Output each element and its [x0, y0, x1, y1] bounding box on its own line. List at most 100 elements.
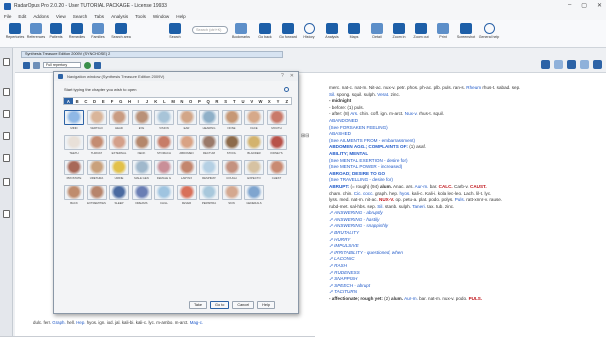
screenshot-button[interactable]: Screenshot: [455, 22, 477, 46]
bookmarks-button[interactable]: Bookmarks: [230, 22, 252, 46]
letter-d[interactable]: D: [90, 98, 99, 104]
chapter-tile[interactable]: FACE: [244, 110, 264, 132]
remedies-button[interactable]: Remedies: [66, 22, 88, 46]
letter-f[interactable]: F: [108, 98, 117, 104]
repertory-fragment[interactable]: Nux-v.: [405, 111, 418, 116]
chapter-tile[interactable]: MOUTH: [266, 110, 287, 132]
detail-button[interactable]: Detail: [366, 22, 388, 46]
letter-j[interactable]: J: [143, 98, 152, 104]
side-document-icon[interactable]: [3, 178, 10, 186]
letter-m[interactable]: M: [169, 98, 178, 104]
chapter-tile[interactable]: EXTERNAL: [109, 135, 129, 157]
repertory-fragment[interactable]: Taneri.: [412, 204, 426, 209]
analysis-button[interactable]: Analysis: [321, 22, 343, 46]
chapter-tile[interactable]: MALE GEN: [131, 160, 152, 182]
chapter-tile[interactable]: GENERALS: [244, 185, 264, 207]
repertory-fragment[interactable]: ABROAD; DESIRE TO GO: [329, 171, 385, 176]
chapter-tile[interactable]: EAR: [176, 110, 197, 132]
patients-button[interactable]: Patients: [45, 22, 67, 46]
repertory-fragment[interactable]: ➚ SNAPPISH: [329, 276, 357, 281]
chapter-tile[interactable]: PROSTATE: [64, 160, 84, 182]
repertory-fragment[interactable]: (See TRAVELLING - desire for): [329, 177, 393, 182]
chapter-tile[interactable]: LARYNX: [176, 160, 197, 182]
chapter-tile[interactable]: THROAT: [86, 135, 107, 157]
document-tab[interactable]: Synthesis Treasure Edition 2009V (SYNCHO…: [21, 51, 283, 58]
letter-q[interactable]: Q: [204, 98, 213, 104]
chapter-tile[interactable]: BLADDER: [244, 135, 264, 157]
repertory-fragment[interactable]: hyos.: [399, 191, 410, 196]
repertory-fragment[interactable]: ➚ IRRITABILITY - questioned, when: [329, 250, 403, 255]
take-button[interactable]: Take: [189, 301, 208, 309]
chapter-tile[interactable]: VERTIGO: [86, 110, 107, 132]
side-document-icon[interactable]: [3, 132, 10, 140]
chapter-tile[interactable]: KIDNEYS: [266, 135, 287, 157]
letter-z[interactable]: Z: [282, 98, 291, 104]
cancel-button[interactable]: Cancel: [232, 301, 255, 309]
chapter-tile[interactable]: STOMACH: [154, 135, 174, 157]
letter-n[interactable]: N: [178, 98, 187, 104]
chapter-tile[interactable]: NOSE: [221, 110, 242, 132]
repertory-fragment[interactable]: ➚ SPEECH - abrupt: [329, 283, 370, 288]
chapter-tile[interactable]: EXPECTO: [244, 160, 264, 182]
chapter-tile[interactable]: EXTREMITIES: [86, 185, 107, 207]
zoom-out-button[interactable]: Zoom out: [410, 22, 432, 46]
side-document-icon[interactable]: [3, 210, 10, 218]
repertory-fragment[interactable]: ➚ ANSWERING - snappishly: [329, 223, 388, 228]
chapter-tile[interactable]: EYE: [131, 110, 152, 132]
side-document-icon[interactable]: [3, 110, 10, 118]
chapter-tile[interactable]: STOOL: [221, 135, 242, 157]
menu-edit[interactable]: Edit: [18, 14, 26, 19]
repertory-fragment[interactable]: (See MENTAL EXERTION - desire for): [329, 158, 408, 163]
go-back-button[interactable]: Go back: [254, 22, 276, 46]
close-icon[interactable]: ✕: [597, 2, 602, 9]
search-area-button[interactable]: Search area: [110, 22, 132, 46]
letter-v[interactable]: V: [247, 98, 256, 104]
chapter-tile[interactable]: HEARING: [199, 110, 219, 132]
letter-x[interactable]: X: [265, 98, 274, 104]
letter-b[interactable]: B: [73, 98, 82, 104]
repertory-fragment[interactable]: ➚ RUDENESS: [329, 270, 360, 275]
letter-u[interactable]: U: [239, 98, 248, 104]
repertory-book-icon[interactable]: [23, 61, 30, 69]
remedy-icon[interactable]: [567, 60, 576, 69]
letter-p[interactable]: P: [195, 98, 204, 104]
repertory-fragment[interactable]: Graph.: [52, 320, 65, 325]
repertory-fragment[interactable]: ABASHED: [329, 131, 351, 136]
minimize-icon[interactable]: –: [568, 2, 571, 9]
repertory-fragment[interactable]: ➚ BRUTALITY: [329, 230, 359, 235]
zoom-in-button[interactable]: Zoom in: [388, 22, 410, 46]
chapter-tile[interactable]: ABDOMEN: [176, 135, 197, 157]
menu-tools[interactable]: Tools: [135, 14, 146, 19]
repertory-fragment[interactable]: ABDOMEN AGG.; COMPLAINTS OF:: [329, 144, 409, 149]
repertory-fragment[interactable]: ABILITY; MENTAL: [329, 151, 368, 156]
menu-view[interactable]: View: [56, 14, 66, 19]
repertory-fragment[interactable]: (See MENTAL POWER - increased): [329, 164, 402, 169]
menu-addons[interactable]: Addons: [33, 14, 49, 19]
letter-l[interactable]: L: [160, 98, 169, 104]
layout-icon[interactable]: [554, 60, 563, 69]
letter-w[interactable]: W: [256, 98, 265, 104]
open-icon[interactable]: [33, 61, 40, 69]
repertory-fragment[interactable]: Verat.: [377, 92, 389, 97]
general-help-button[interactable]: General help: [478, 22, 500, 46]
letter-g[interactable]: G: [116, 98, 125, 104]
repertory-fragment[interactable]: (See FORSAKEN FEELING): [329, 125, 388, 130]
letter-s[interactable]: S: [221, 98, 230, 104]
repertory-fragment[interactable]: ➚ HURRY: [329, 237, 350, 242]
repertory-fragment[interactable]: ➚ ANSWERING - abruptly: [329, 210, 383, 215]
chapter-tile[interactable]: COUGH: [221, 160, 242, 182]
repertory-fragment[interactable]: Aur-m.: [415, 184, 429, 189]
print-button[interactable]: Print: [432, 22, 454, 46]
chapter-tile[interactable]: MIND: [64, 110, 84, 132]
maximize-icon[interactable]: ▢: [581, 2, 587, 9]
chapter-tile[interactable]: FEMALE G: [154, 160, 174, 182]
filter-icon[interactable]: [94, 61, 101, 69]
letter-k[interactable]: K: [151, 98, 160, 104]
repertory-fragment[interactable]: ABRUPT:: [329, 184, 350, 189]
chapter-tile[interactable]: TEETH: [64, 135, 84, 157]
chapter-tile[interactable]: URETHRA: [86, 160, 107, 182]
repertories-button[interactable]: Repertories: [4, 22, 26, 46]
go-to-button[interactable]: Go to: [210, 301, 230, 309]
repertory-fragment[interactable]: ➚ ANSWERING - hastily: [329, 217, 379, 222]
menu-help[interactable]: Help: [176, 14, 185, 19]
